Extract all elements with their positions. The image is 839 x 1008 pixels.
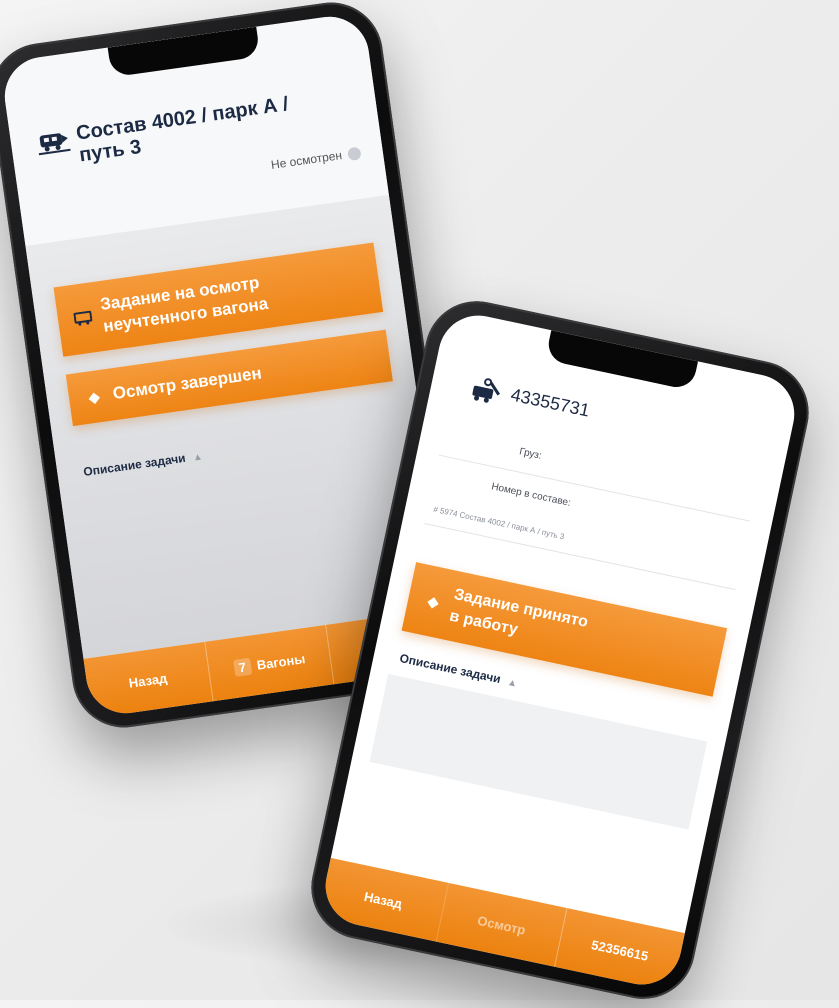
back-label: Назад xyxy=(362,888,404,912)
wagon-icon xyxy=(73,310,93,326)
check-icon: ◆ xyxy=(426,592,441,611)
description-card xyxy=(369,673,708,830)
caret-up-icon: ▲ xyxy=(192,451,204,464)
train-icon xyxy=(38,133,71,156)
title-row: 43355731 xyxy=(468,375,592,427)
inspection-tab[interactable]: Осмотр xyxy=(435,882,567,967)
status-dot-icon xyxy=(346,145,362,161)
back-button[interactable]: Назад xyxy=(318,858,448,942)
divider xyxy=(438,454,751,522)
task-uncounted-label: Задание на осмотр неучтенного вагона xyxy=(99,272,270,336)
inspection-done-label: Осмотр завершен xyxy=(111,363,263,404)
wagon-number-title: 43355731 xyxy=(509,384,592,421)
wagons-count: 7 xyxy=(232,657,252,677)
wagon-number-button[interactable]: 52356615 xyxy=(554,907,685,992)
task-accepted-label: Задание принято в работу xyxy=(447,585,590,639)
inspection-tab-label: Осмотр xyxy=(476,912,527,938)
bottom-bar: Назад Осмотр 52356615 xyxy=(318,857,685,992)
task-accepted-button[interactable]: ◆ Задание принято в работу xyxy=(401,562,728,697)
wagons-label: Вагоны xyxy=(255,650,307,673)
caret-up-icon: ▲ xyxy=(506,676,519,690)
notch xyxy=(545,330,699,391)
position-label: Номер в составе: xyxy=(490,481,572,509)
wagon-number-label: 52356615 xyxy=(590,936,650,964)
back-label: Назад xyxy=(127,670,169,691)
wagon-inspect-icon xyxy=(472,378,501,403)
check-icon: ◆ xyxy=(87,387,101,406)
cargo-label: Груз: xyxy=(518,446,543,462)
consist-info: # 5974 Состав 4002 / парк А / путь 3 xyxy=(432,504,566,542)
